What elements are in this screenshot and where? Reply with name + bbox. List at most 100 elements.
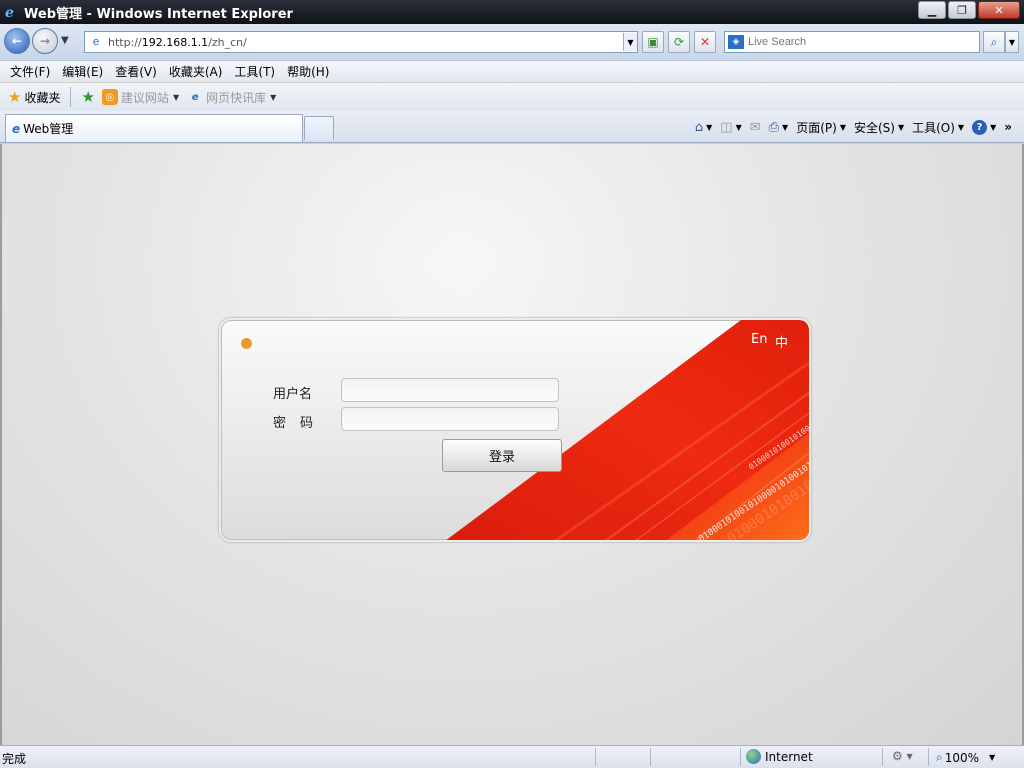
chevron-down-icon: ▼ — [897, 122, 905, 132]
magnifier-icon: ⌕ — [990, 34, 998, 49]
tools-menu[interactable]: 工具(O) ▼ — [908, 119, 968, 136]
address-row: ← → ▼ e http://192.168.1.1/zh_cn/ ▼ ▣ ⟳ … — [0, 24, 1024, 60]
minimize-button[interactable]: ▁ — [918, 1, 946, 19]
help-menu[interactable]: ? ▼ — [968, 119, 1000, 135]
url-prefix: http:// — [108, 35, 142, 49]
safety-menu[interactable]: 安全(S) ▼ — [850, 119, 908, 136]
maximize-button[interactable]: ❐ — [948, 1, 976, 19]
compatibility-button[interactable]: ▣ — [642, 31, 664, 53]
red-banner-graphic: 01000101001010000101001010101 0100010100… — [446, 320, 809, 540]
chevron-down-icon: ▼ — [706, 122, 713, 132]
url-host: 192.168.1.1 — [141, 35, 209, 49]
status-separator — [740, 748, 741, 766]
menu-file[interactable]: 文件(F) — [4, 63, 56, 80]
suggested-sites-label: 建议网站 — [120, 90, 169, 105]
status-text: 完成 — [2, 752, 27, 766]
search-button[interactable]: ⌕ — [983, 31, 1005, 53]
mail-icon: ✉ — [749, 119, 761, 135]
status-bar: 完成 Internet ⚙ ▾ ⌕ 100% ▼ — [0, 745, 1024, 768]
menu-edit[interactable]: 编辑(E) — [56, 63, 109, 80]
window-controls: ▁ ❐ ✕ — [916, 1, 1020, 19]
language-zh-link[interactable]: 中 — [775, 332, 788, 351]
menu-view[interactable]: 查看(V) — [109, 63, 163, 80]
web-slice-gallery-link[interactable]: e 网页快讯库 ▼ — [187, 89, 277, 106]
menu-favorites[interactable]: 收藏夹(A) — [163, 63, 229, 80]
globe-icon — [746, 749, 761, 764]
chevron-down-icon: ▼ — [990, 122, 997, 132]
refresh-button[interactable]: ⟳ — [668, 31, 690, 53]
chevron-down-icon: ▼ — [782, 122, 789, 132]
mail-button[interactable]: ✉ — [746, 120, 765, 135]
compat-icon: ▣ — [647, 35, 659, 49]
arrow-right-icon: → — [39, 34, 51, 48]
chevron-down-icon: ▼ — [839, 122, 846, 132]
favorites-bar: ★ 收藏夹 ★ ◎ 建议网站 ▼ e 网页快讯库 ▼ — [0, 83, 1024, 111]
window-title: Web管理 - Windows Internet Explorer — [24, 6, 293, 22]
home-button[interactable]: ⌂ ▼ — [691, 120, 716, 135]
add-favorite-star-icon: ★ — [81, 88, 95, 106]
favorites-label: 收藏夹 — [24, 90, 61, 105]
forward-button[interactable]: → — [32, 28, 58, 54]
tools-menu-label: 工具(O) — [912, 120, 955, 135]
recent-pages-dropdown-icon[interactable]: ▼ — [61, 35, 69, 46]
page-icon: e — [92, 35, 100, 48]
password-input[interactable] — [341, 407, 559, 431]
zoom-control[interactable]: ⌕ 100% ▼ — [936, 750, 995, 765]
zone-label: Internet — [765, 749, 813, 764]
stop-icon: ✕ — [699, 35, 711, 49]
search-box[interactable]: ◈ — [724, 31, 980, 53]
refresh-icon: ⟳ — [673, 35, 685, 49]
live-search-icon: ◈ — [728, 35, 744, 49]
search-options-dropdown-icon[interactable]: ▼ — [1005, 31, 1019, 53]
web-slice-icon: e — [191, 91, 199, 103]
feeds-button[interactable]: ◫ ▼ — [716, 120, 745, 135]
chevron-down-icon: ▼ — [989, 753, 996, 762]
star-icon: ★ — [8, 88, 22, 106]
add-favorite-button[interactable]: ★ — [77, 88, 101, 106]
username-input[interactable] — [341, 378, 559, 402]
more-commands-button[interactable]: » — [1000, 120, 1016, 134]
print-button[interactable]: ⎙ ▼ — [765, 120, 793, 135]
tab-row: e Web管理 ⌂ ▼ ◫ ▼ ✉ ⎙ ▼ 页面(P) ▼ 安全(S) ▼ 工具(O) ▼ … — [0, 111, 1024, 143]
language-en-link[interactable]: En — [751, 332, 767, 347]
favorites-button[interactable]: ★ 收藏夹 — [4, 88, 64, 106]
rss-icon: ◫ — [720, 119, 733, 135]
address-dropdown-icon[interactable]: ▼ — [623, 33, 637, 51]
web-slice-label: 网页快讯库 — [206, 90, 267, 105]
double-chevron-icon: » — [1004, 120, 1012, 134]
title-bar: e Web管理 - Windows Internet Explorer ▁ ❐ … — [0, 0, 1024, 24]
printer-icon: ⎙ — [768, 119, 780, 135]
command-bar: ⌂ ▼ ◫ ▼ ✉ ⎙ ▼ 页面(P) ▼ 安全(S) ▼ 工具(O) ▼ ? ▼ » — [691, 115, 1016, 139]
suggested-sites-link[interactable]: ◎ 建议网站 ▼ — [101, 89, 180, 106]
svg-text:e: e — [5, 5, 14, 20]
page-content: 01000101001010000101001010101 0100010100… — [0, 144, 1024, 745]
menu-help[interactable]: 帮助(H) — [281, 63, 335, 80]
back-button[interactable]: ← — [4, 28, 30, 54]
menu-bar: 文件(F) 编辑(E) 查看(V) 收藏夹(A) 工具(T) 帮助(H) — [0, 60, 1024, 82]
status-separator — [928, 748, 929, 766]
arrow-left-icon: ← — [11, 34, 23, 48]
menu-tools[interactable]: 工具(T) — [228, 63, 281, 80]
username-label: 用户名 — [273, 387, 313, 402]
page-menu[interactable]: 页面(P) ▼ — [792, 119, 850, 136]
close-button[interactable]: ✕ — [978, 1, 1020, 19]
stop-button[interactable]: ✕ — [694, 31, 716, 53]
url-text[interactable]: http://192.168.1.1/zh_cn/ — [108, 36, 623, 49]
new-tab-button[interactable] — [304, 116, 334, 140]
search-input[interactable] — [748, 36, 968, 48]
tab-web-admin[interactable]: e Web管理 — [5, 114, 303, 142]
chevron-down-icon: ▼ — [172, 92, 180, 102]
url-path: /zh_cn/ — [208, 35, 247, 49]
login-panel: 01000101001010000101001010101 0100010100… — [219, 318, 811, 542]
status-separator — [595, 748, 596, 766]
security-zone[interactable]: Internet — [746, 749, 813, 764]
zoom-level: 100% — [944, 750, 980, 765]
address-bar[interactable]: e http://192.168.1.1/zh_cn/ ▼ — [84, 31, 638, 53]
status-dot — [241, 338, 252, 349]
protected-mode-icon[interactable]: ⚙ ▾ — [892, 749, 913, 763]
safety-menu-label: 安全(S) — [853, 120, 895, 135]
login-button[interactable]: 登录 — [442, 439, 562, 472]
magnifier-icon: ⌕ — [936, 750, 943, 764]
home-icon: ⌂ — [694, 119, 704, 135]
tab-page-icon: e — [12, 121, 21, 136]
